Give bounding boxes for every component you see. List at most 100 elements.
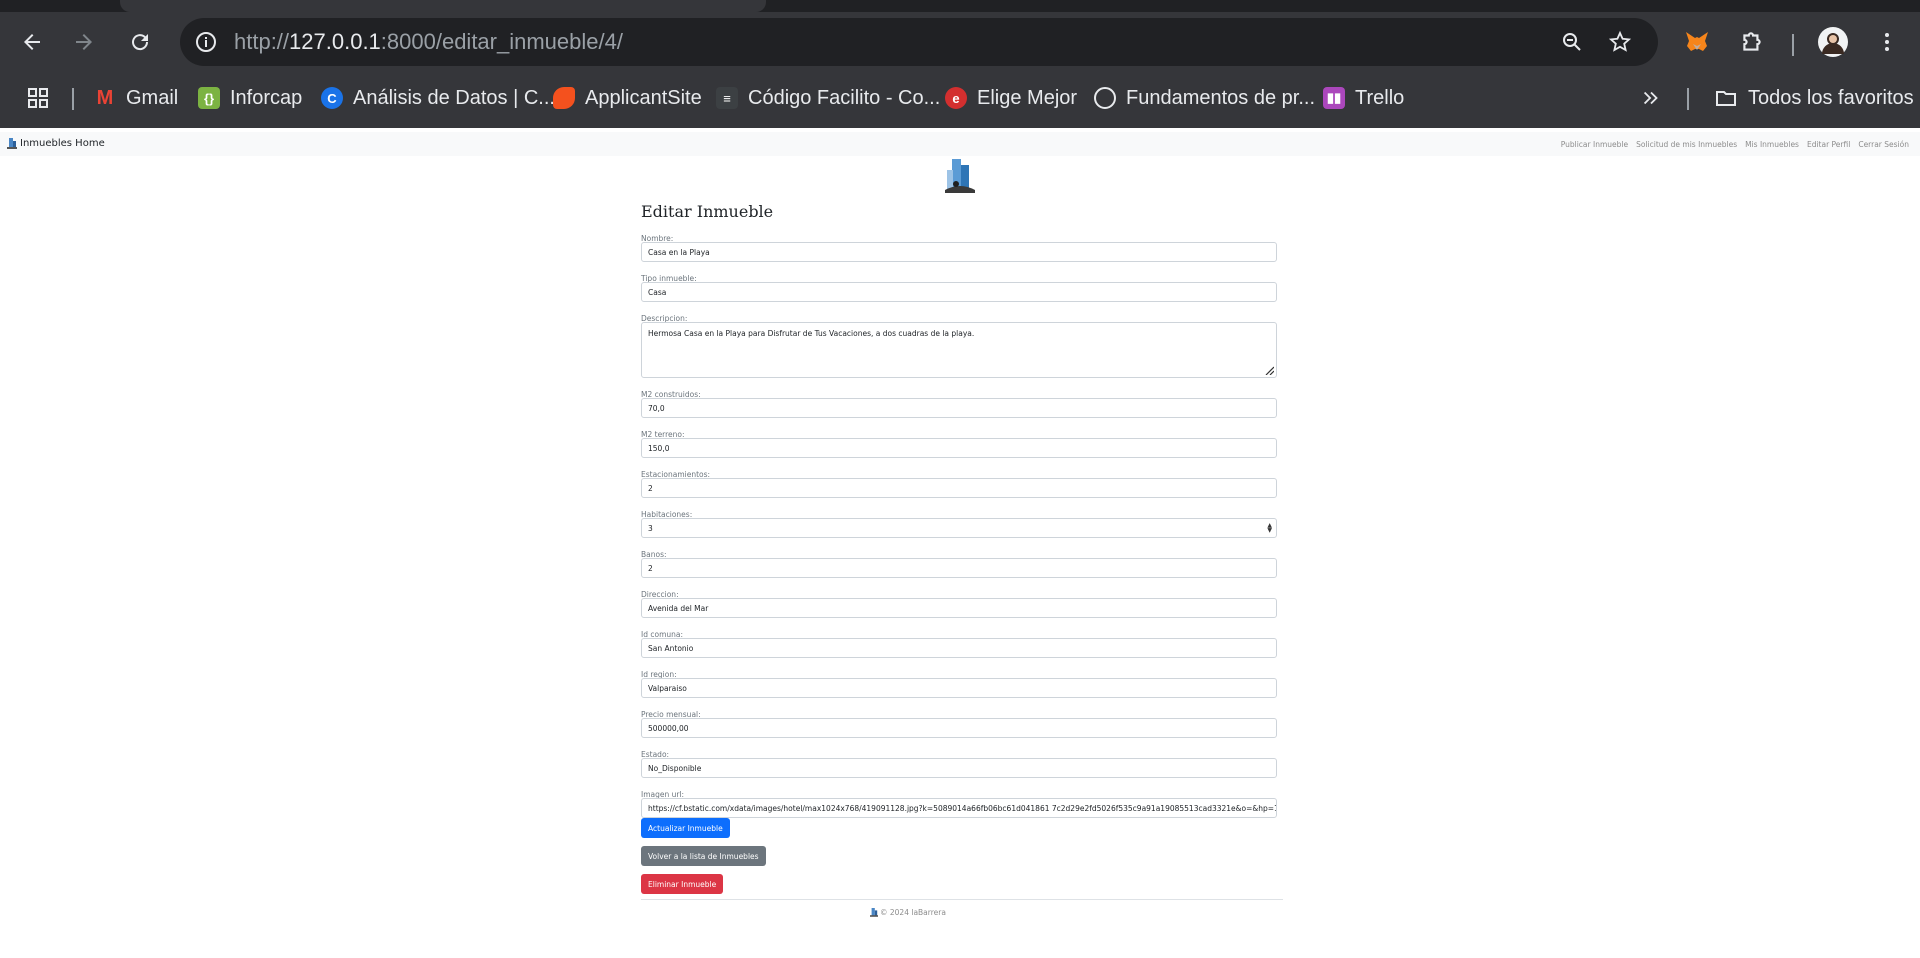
habitaciones-value: 3 xyxy=(648,524,653,533)
bookmarks-divider xyxy=(1687,88,1689,110)
address-bar[interactable]: http://127.0.0.1:8000/editar_inmueble/4/ xyxy=(180,18,1658,66)
m2-construidos-value: 70,0 xyxy=(648,404,665,413)
menu-button[interactable] xyxy=(1871,26,1903,58)
applicantsite-icon xyxy=(553,87,575,109)
arrow-left-icon xyxy=(24,34,40,50)
bookmark-inforcap[interactable]: {} Inforcap xyxy=(198,84,302,112)
id-comuna-value: San Antonio xyxy=(648,644,694,653)
descripcion-value: Hermosa Casa en la Playa para Disfrutar … xyxy=(648,329,975,338)
volver-lista-button[interactable]: Volver a la lista de Inmuebles xyxy=(641,846,766,866)
estado-value: No_Disponible xyxy=(648,764,702,773)
tipo-inmueble-input[interactable]: Casa xyxy=(641,282,1277,302)
nav-link-publicar[interactable]: Publicar Inmueble xyxy=(1561,140,1628,149)
nombre-input[interactable]: Casa en la Playa xyxy=(641,242,1277,262)
imagen-url-input[interactable]: https://cf.bstatic.com/xdata/images/hote… xyxy=(641,798,1277,818)
trello-icon: ▮▮ xyxy=(1323,87,1345,109)
id-region-value: Valparaiso xyxy=(648,684,687,693)
page-title: Editar Inmueble xyxy=(641,202,774,221)
reload-button[interactable] xyxy=(124,26,156,58)
tipo-inmueble-value: Casa xyxy=(648,288,667,297)
browser-toolbar: http://127.0.0.1:8000/editar_inmueble/4/ xyxy=(0,12,1920,72)
navbar-brand[interactable]: Inmuebles Home xyxy=(7,137,105,149)
toolbar-divider xyxy=(1792,34,1794,56)
navbar-links: Publicar Inmueble Solicitud de mis Inmue… xyxy=(1561,140,1909,149)
site-navbar: Inmuebles Home Publicar Inmueble Solicit… xyxy=(0,132,1920,156)
habitaciones-input[interactable]: 3 ▲ ▼ xyxy=(641,518,1277,538)
chevron-double-right-icon xyxy=(1643,91,1658,105)
id-region-input[interactable]: Valparaiso xyxy=(641,678,1277,698)
bookmark-trello[interactable]: ▮▮ Trello xyxy=(1323,84,1404,112)
nav-link-solicitudes[interactable]: Solicitud de mis Inmuebles xyxy=(1636,140,1737,149)
banos-input[interactable]: 2 xyxy=(641,558,1277,578)
inforcap-icon: {} xyxy=(198,87,220,109)
back-button[interactable] xyxy=(16,26,48,58)
site-logo xyxy=(945,159,975,193)
precio-mensual-input[interactable]: 500000,00 xyxy=(641,718,1277,738)
bookmark-codigo-facilito[interactable]: ≡ Código Facilito - Co... xyxy=(716,84,940,112)
bookmark-elige-mejor[interactable]: e Elige Mejor xyxy=(945,84,1077,112)
id-comuna-input[interactable]: San Antonio xyxy=(641,638,1277,658)
url-text[interactable]: http://127.0.0.1:8000/editar_inmueble/4/ xyxy=(234,30,623,54)
extensions-button[interactable] xyxy=(1736,26,1768,58)
eliminar-inmueble-button[interactable]: Eliminar Inmueble xyxy=(641,874,724,894)
browser-chrome: http://127.0.0.1:8000/editar_inmueble/4/… xyxy=(0,0,1920,128)
nav-link-mis-inmuebles[interactable]: Mis Inmuebles xyxy=(1745,140,1799,149)
brand-label: Inmuebles Home xyxy=(20,137,105,149)
bookmarks-bar: M Gmail {} Inforcap C Análisis de Datos … xyxy=(0,72,1920,124)
bookmark-label: Fundamentos de pr... xyxy=(1126,86,1316,109)
m2-terreno-value: 150,0 xyxy=(648,444,670,453)
puzzle-icon xyxy=(1743,32,1761,51)
bookmark-fundamentos[interactable]: Fundamentos de pr... xyxy=(1094,84,1315,112)
bookmark-label: Análisis de Datos | C... xyxy=(353,86,555,109)
m2-construidos-input[interactable]: 70,0 xyxy=(641,398,1277,418)
estacionamientos-value: 2 xyxy=(648,484,653,493)
nav-link-editar-perfil[interactable]: Editar Perfil xyxy=(1807,140,1850,149)
bookmark-gmail[interactable]: M Gmail xyxy=(94,84,179,112)
bookmark-label: Trello xyxy=(1355,86,1405,109)
estacionamientos-input[interactable]: 2 xyxy=(641,478,1277,498)
number-spinner-icon[interactable]: ▲ ▼ xyxy=(1267,523,1272,534)
descripcion-textarea[interactable]: Hermosa Casa en la Playa para Disfrutar … xyxy=(641,322,1277,378)
url-host: 127.0.0.1 xyxy=(289,29,381,54)
metamask-extension[interactable] xyxy=(1681,26,1713,58)
eligemejor-icon: e xyxy=(945,87,967,109)
forward-button[interactable] xyxy=(68,26,100,58)
page-viewport: Inmuebles Home Publicar Inmueble Solicit… xyxy=(0,128,1920,958)
bookmark-label: Código Facilito - Co... xyxy=(748,86,941,109)
building-logo-icon xyxy=(7,138,17,149)
nombre-value: Casa en la Playa xyxy=(648,248,710,257)
bookmark-analisis-datos[interactable]: C Análisis de Datos | C... xyxy=(321,84,555,112)
tab-strip xyxy=(0,0,1920,12)
all-bookmarks-label: Todos los favoritos xyxy=(1748,86,1914,109)
apps-button[interactable] xyxy=(26,84,50,112)
gmail-icon: M xyxy=(96,86,114,109)
more-vert-icon xyxy=(1885,33,1889,51)
resize-handle-icon[interactable] xyxy=(1264,365,1274,375)
direccion-value: Avenida del Mar xyxy=(648,604,709,613)
bookmark-applicantsite[interactable]: ApplicantSite xyxy=(553,84,702,112)
bookmark-label: Inforcap xyxy=(230,86,303,109)
zoom-icon[interactable] xyxy=(1560,30,1584,54)
bookmark-star-icon[interactable] xyxy=(1608,30,1632,54)
site-info-icon[interactable] xyxy=(194,30,218,54)
reload-icon xyxy=(132,34,149,51)
profile-button[interactable] xyxy=(1817,26,1849,58)
m2-terreno-input[interactable]: 150,0 xyxy=(641,438,1277,458)
more-bookmarks-button[interactable] xyxy=(1640,84,1662,112)
arrow-right-icon xyxy=(76,34,92,50)
active-tab[interactable] xyxy=(120,0,766,12)
codigofacilito-icon: ≡ xyxy=(716,87,738,109)
coursera-icon: C xyxy=(321,87,343,109)
all-bookmarks-folder[interactable]: Todos los favoritos xyxy=(1714,84,1914,112)
direccion-input[interactable]: Avenida del Mar xyxy=(641,598,1277,618)
url-path: :8000/editar_inmueble/4/ xyxy=(380,29,623,54)
url-scheme: http:// xyxy=(234,29,290,54)
nav-link-cerrar-sesion[interactable]: Cerrar Sesión xyxy=(1858,140,1909,149)
building-logo-icon xyxy=(870,908,878,917)
actualizar-inmueble-button[interactable]: Actualizar Inmueble xyxy=(641,818,730,838)
footer-divider xyxy=(641,899,1283,900)
fundamentos-icon xyxy=(1094,87,1116,109)
apps-grid-icon xyxy=(28,88,48,108)
footer-text: © 2024 laBarrera xyxy=(880,907,946,917)
estado-input[interactable]: No_Disponible xyxy=(641,758,1277,778)
